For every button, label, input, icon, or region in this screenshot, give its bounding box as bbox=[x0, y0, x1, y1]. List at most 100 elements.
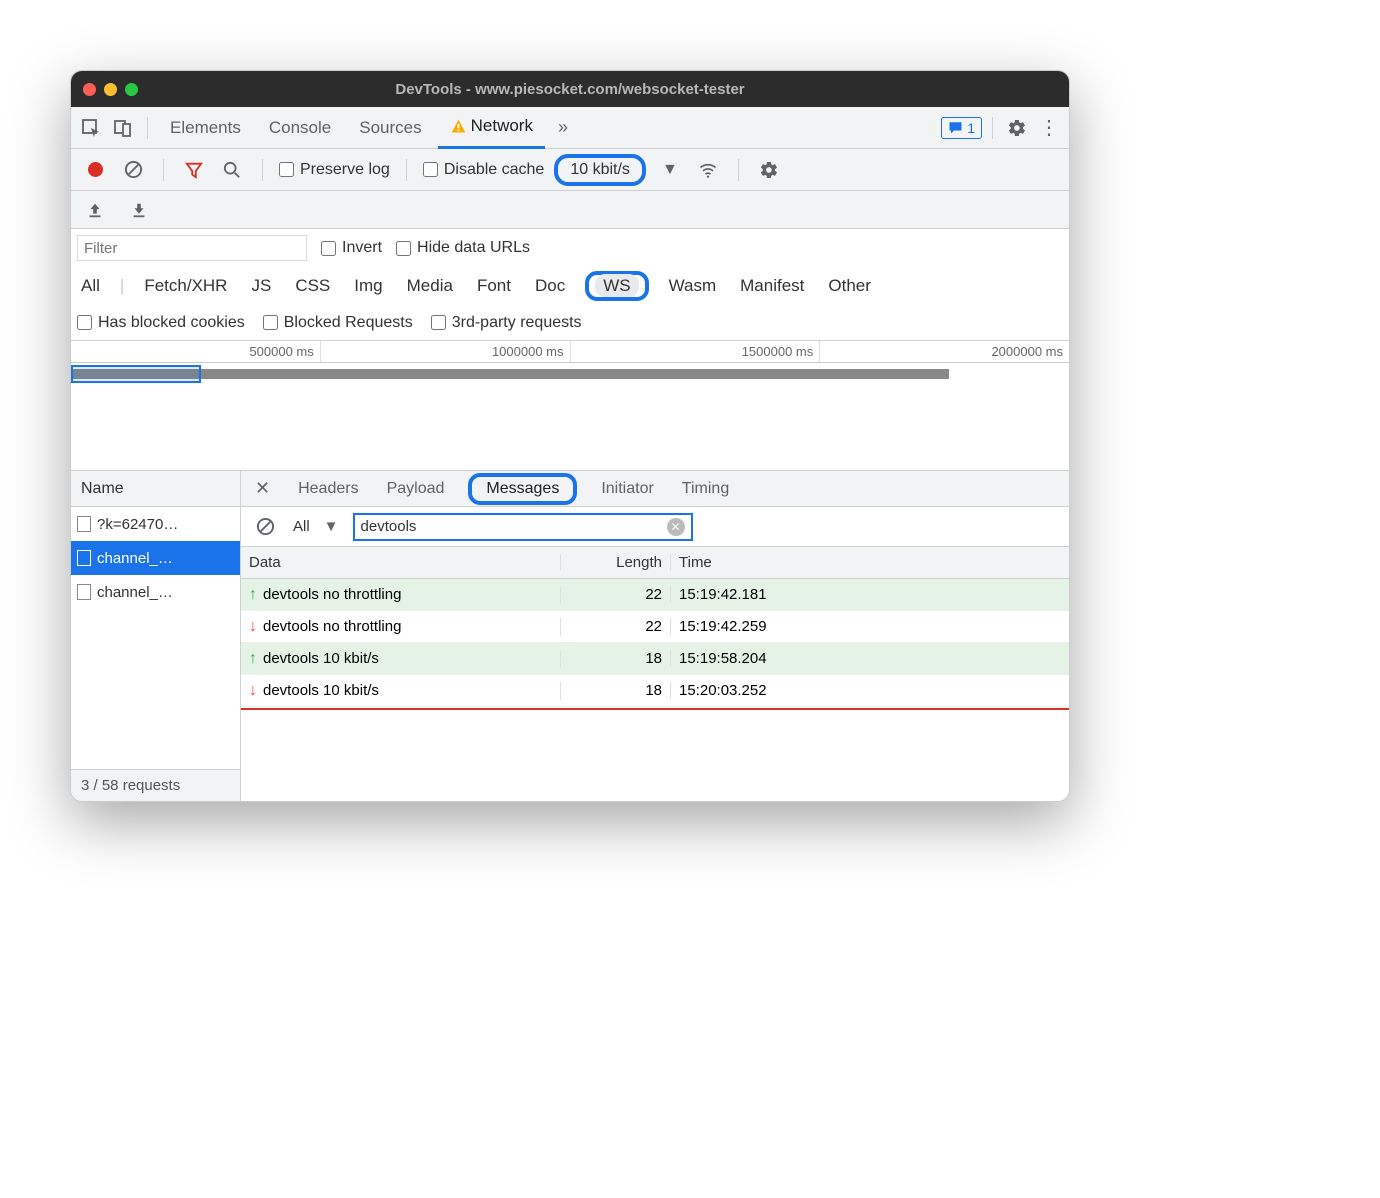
hide-data-urls-input[interactable] bbox=[396, 241, 411, 256]
dtab-initiator[interactable]: Initiator bbox=[597, 475, 657, 503]
throttling-dropdown[interactable]: 10 kbit/s bbox=[554, 154, 646, 186]
request-row[interactable]: channel_… bbox=[71, 575, 240, 609]
type-filter-row: All | Fetch/XHR JS CSS Img Media Font Do… bbox=[71, 267, 1069, 305]
type-font[interactable]: Font bbox=[473, 274, 515, 298]
col-time-header[interactable]: Time bbox=[671, 554, 1069, 571]
type-other[interactable]: Other bbox=[824, 274, 875, 298]
caret-down-icon: ▼ bbox=[324, 518, 339, 535]
request-row[interactable]: channel_… bbox=[71, 541, 240, 575]
close-detail-icon[interactable]: ✕ bbox=[251, 478, 274, 499]
dtab-messages[interactable]: Messages bbox=[482, 475, 563, 502]
timeline-bar bbox=[71, 369, 949, 379]
messages-search-input[interactable]: devtools ✕ bbox=[353, 513, 693, 541]
more-tabs-icon[interactable]: » bbox=[549, 114, 577, 142]
type-all[interactable]: All bbox=[77, 274, 104, 298]
tab-network-label: Network bbox=[471, 116, 533, 136]
close-window-button[interactable] bbox=[83, 83, 96, 96]
message-row[interactable]: ↓devtools no throttling2215:19:42.259 bbox=[241, 611, 1069, 643]
throttling-caret-icon[interactable]: ▼ bbox=[656, 156, 684, 184]
minimize-window-button[interactable] bbox=[104, 83, 117, 96]
tab-sources[interactable]: Sources bbox=[347, 107, 433, 149]
dtab-timing[interactable]: Timing bbox=[678, 475, 733, 503]
maximize-window-button[interactable] bbox=[125, 83, 138, 96]
wifi-icon[interactable] bbox=[694, 156, 722, 184]
message-time: 15:19:42.181 bbox=[671, 586, 1069, 603]
blocked-requests-checkbox[interactable]: Blocked Requests bbox=[263, 314, 413, 332]
blocked-requests-input[interactable] bbox=[263, 315, 278, 330]
message-time: 15:19:58.204 bbox=[671, 650, 1069, 667]
message-length: 22 bbox=[561, 586, 671, 603]
name-column-header[interactable]: Name bbox=[71, 471, 240, 507]
type-wasm[interactable]: Wasm bbox=[665, 274, 721, 298]
search-icon[interactable] bbox=[218, 156, 246, 184]
tab-network[interactable]: Network bbox=[438, 107, 545, 149]
tick: 500000 ms bbox=[71, 341, 321, 362]
type-media[interactable]: Media bbox=[403, 274, 457, 298]
ws-highlight: WS bbox=[585, 271, 648, 301]
type-img[interactable]: Img bbox=[350, 274, 386, 298]
message-row[interactable]: ↑devtools no throttling2215:19:42.181 bbox=[241, 579, 1069, 611]
file-icon bbox=[77, 516, 91, 532]
chat-icon bbox=[948, 120, 963, 135]
request-row[interactable]: ?k=62470… bbox=[71, 507, 240, 541]
separator bbox=[147, 117, 148, 139]
preserve-log-input[interactable] bbox=[279, 162, 294, 177]
invert-checkbox[interactable]: Invert bbox=[321, 239, 382, 257]
type-css[interactable]: CSS bbox=[291, 274, 334, 298]
message-row[interactable]: ↑devtools 10 kbit/s1815:19:58.204 bbox=[241, 643, 1069, 675]
kebab-menu-icon[interactable]: ⋮ bbox=[1035, 114, 1063, 142]
clear-icon[interactable] bbox=[119, 156, 147, 184]
clear-messages-icon[interactable] bbox=[251, 513, 279, 541]
disable-cache-input[interactable] bbox=[423, 162, 438, 177]
type-js[interactable]: JS bbox=[247, 274, 275, 298]
col-data-header[interactable]: Data bbox=[241, 554, 561, 571]
dtab-headers[interactable]: Headers bbox=[294, 475, 362, 503]
blocked-cookies-checkbox[interactable]: Has blocked cookies bbox=[77, 314, 245, 332]
messages-type-dropdown[interactable]: All ▼ bbox=[289, 516, 343, 537]
arrow-up-icon: ↑ bbox=[249, 586, 257, 604]
network-settings-icon[interactable] bbox=[755, 156, 783, 184]
messages-header: Data Length Time bbox=[241, 547, 1069, 579]
tick: 1500000 ms bbox=[571, 341, 821, 362]
separator bbox=[738, 159, 739, 181]
request-name: channel_… bbox=[97, 584, 173, 601]
invert-input[interactable] bbox=[321, 241, 336, 256]
preserve-log-checkbox[interactable]: Preserve log bbox=[279, 161, 390, 179]
hide-data-urls-checkbox[interactable]: Hide data URLs bbox=[396, 239, 530, 257]
titlebar: DevTools - www.piesocket.com/websocket-t… bbox=[71, 71, 1069, 107]
record-button[interactable] bbox=[81, 156, 109, 184]
request-name: channel_… bbox=[97, 550, 173, 567]
network-toolbar: Preserve log Disable cache 10 kbit/s ▼ bbox=[71, 149, 1069, 191]
third-party-checkbox[interactable]: 3rd-party requests bbox=[431, 314, 582, 332]
type-ws[interactable]: WS bbox=[595, 274, 638, 297]
timeline-selection[interactable] bbox=[71, 365, 201, 383]
arrow-down-icon: ↓ bbox=[249, 682, 257, 700]
separator bbox=[163, 159, 164, 181]
disable-cache-checkbox[interactable]: Disable cache bbox=[423, 161, 545, 179]
type-doc[interactable]: Doc bbox=[531, 274, 569, 298]
settings-icon[interactable] bbox=[1003, 114, 1031, 142]
clear-search-icon[interactable]: ✕ bbox=[667, 518, 685, 536]
type-manifest[interactable]: Manifest bbox=[736, 274, 808, 298]
filter-icon[interactable] bbox=[180, 156, 208, 184]
upload-icon[interactable] bbox=[81, 196, 109, 224]
tab-console[interactable]: Console bbox=[257, 107, 343, 149]
download-icon[interactable] bbox=[125, 196, 153, 224]
third-party-input[interactable] bbox=[431, 315, 446, 330]
device-toolbar-icon[interactable] bbox=[109, 114, 137, 142]
waterfall-timeline[interactable]: 500000 ms 1000000 ms 1500000 ms 2000000 … bbox=[71, 341, 1069, 471]
dropdown-label: All bbox=[293, 518, 310, 535]
message-row[interactable]: ↓devtools 10 kbit/s1815:20:03.252 bbox=[241, 675, 1069, 707]
inspect-element-icon[interactable] bbox=[77, 114, 105, 142]
filter-input[interactable] bbox=[77, 235, 307, 261]
type-fetch-xhr[interactable]: Fetch/XHR bbox=[140, 274, 231, 298]
request-list: ?k=62470… channel_… channel_… bbox=[71, 507, 240, 769]
issues-badge[interactable]: 1 bbox=[941, 117, 982, 139]
hide-data-urls-label: Hide data URLs bbox=[417, 239, 530, 257]
search-value: devtools bbox=[361, 518, 417, 535]
tab-elements[interactable]: Elements bbox=[158, 107, 253, 149]
col-length-header[interactable]: Length bbox=[561, 554, 671, 571]
dtab-payload[interactable]: Payload bbox=[383, 475, 449, 503]
third-party-label: 3rd-party requests bbox=[452, 314, 582, 332]
blocked-cookies-input[interactable] bbox=[77, 315, 92, 330]
